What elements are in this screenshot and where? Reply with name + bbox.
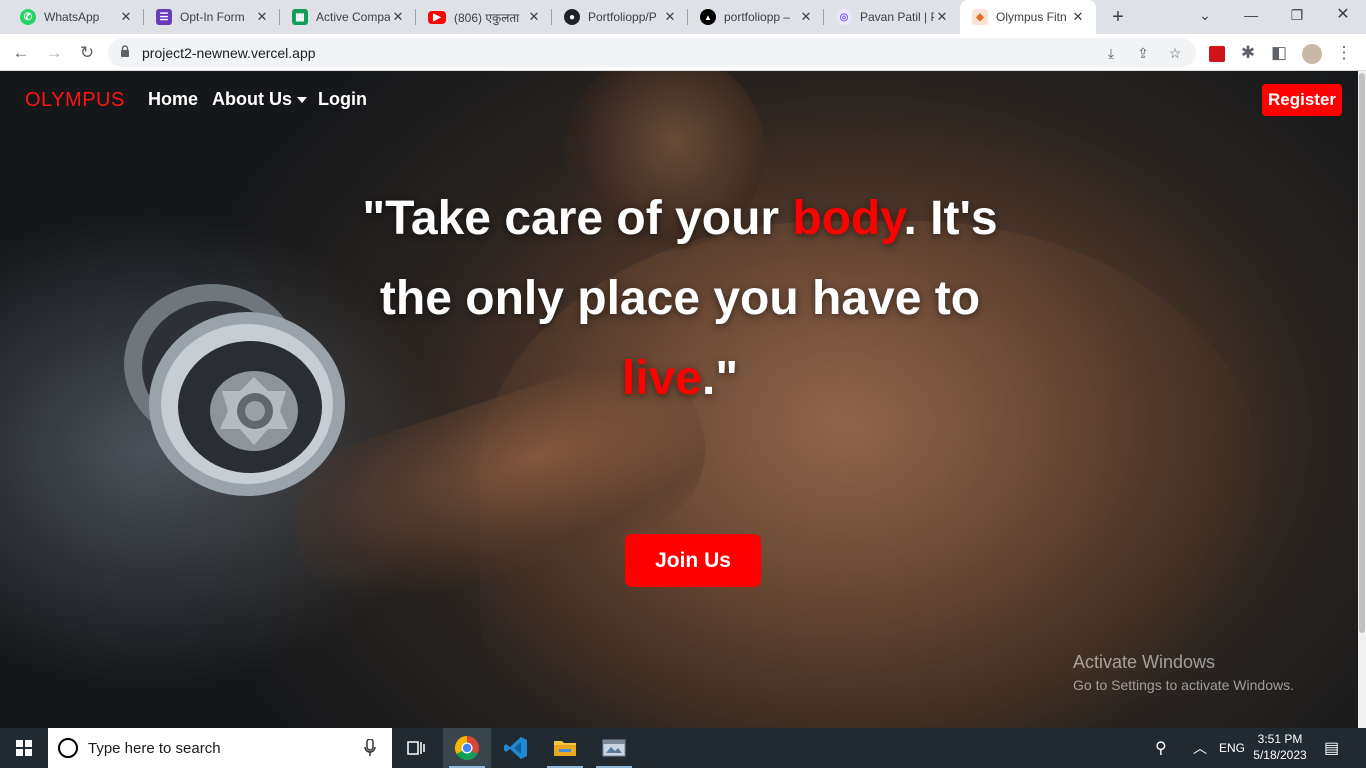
- close-icon[interactable]: ✕: [390, 9, 406, 25]
- quote-part: "Take care of your: [362, 192, 793, 245]
- notification-center-icon[interactable]: ▤: [1324, 728, 1339, 768]
- show-hidden-icons-chevron-icon[interactable]: ︿: [1193, 728, 1207, 768]
- quote-highlight: live: [621, 352, 702, 405]
- new-tab-button[interactable]: +: [1106, 6, 1130, 28]
- caret-down-icon: [297, 97, 307, 104]
- share-icon[interactable]: ⇪: [1132, 42, 1154, 64]
- tab-strip: ✆ WhatsApp ✕ ☰ Opt-In Form ✕ ▦ Active Co…: [0, 0, 1366, 34]
- nav-login-link[interactable]: Login: [318, 89, 367, 110]
- bookmark-star-icon[interactable]: ☆: [1164, 42, 1186, 64]
- clock-date: 5/18/2023: [1253, 748, 1307, 762]
- tab-title: Active Compa: [316, 10, 390, 24]
- people-icon[interactable]: ⚲: [1155, 728, 1167, 768]
- taskbar-search-box[interactable]: Type here to search: [48, 728, 392, 768]
- search-placeholder: Type here to search: [88, 740, 221, 757]
- tab-pavan-patil[interactable]: ◎ Pavan Patil | P ✕: [824, 0, 960, 34]
- vscode-icon: [504, 737, 527, 759]
- profile-icon: ◎: [836, 9, 852, 25]
- reload-button[interactable]: ↻: [73, 39, 101, 67]
- page-scrollbar[interactable]: [1358, 71, 1366, 728]
- close-icon[interactable]: ✕: [934, 9, 950, 25]
- search-icon: [58, 738, 78, 758]
- chrome-icon: [454, 736, 479, 761]
- clock-time: 3:51 PM: [1257, 732, 1303, 746]
- close-icon[interactable]: ✕: [1070, 9, 1086, 25]
- join-us-button[interactable]: Join Us: [625, 534, 761, 587]
- nav-about-dropdown[interactable]: About Us: [212, 89, 307, 110]
- forms-icon: ☰: [156, 9, 172, 25]
- vercel-icon: ▲: [700, 9, 716, 25]
- tab-youtube[interactable]: ▶ (806) एकुलता ✕: [416, 0, 552, 34]
- window-app-icon: [602, 739, 626, 757]
- tab-opt-in-form[interactable]: ☰ Opt-In Form ✕: [144, 0, 280, 34]
- hero-quote: "Take care of your body. It's the only p…: [320, 179, 1040, 419]
- scrollbar-thumb[interactable]: [1359, 73, 1365, 633]
- youtube-icon: ▶: [428, 10, 446, 24]
- url-text: project2-newnew.vercel.app: [142, 45, 316, 61]
- start-button[interactable]: [0, 728, 48, 768]
- browser-toolbar: ← → ↻ project2-newnew.vercel.app ⤓ ⇪ ☆ ✱…: [0, 34, 1366, 71]
- install-icon[interactable]: ⤓: [1100, 42, 1122, 64]
- tab-title: Portfoliopp/P: [588, 10, 657, 24]
- sheets-icon: ▦: [292, 9, 308, 25]
- quote-highlight: body: [792, 192, 904, 245]
- tab-title: WhatsApp: [44, 10, 100, 24]
- brand-logo[interactable]: OLYMPUS: [25, 89, 125, 112]
- system-clock[interactable]: 3:51 PM 5/18/2023: [1251, 731, 1309, 763]
- tab-active-companies[interactable]: ▦ Active Compa ✕: [280, 0, 416, 34]
- forward-button[interactable]: →: [40, 39, 68, 67]
- tab-github[interactable]: ● Portfoliopp/P ✕: [552, 0, 688, 34]
- dumbbell-image: [124, 284, 345, 496]
- tab-title: portfoliopp –: [724, 10, 791, 24]
- back-button[interactable]: ←: [7, 39, 35, 67]
- watermark-title: Activate Windows: [1073, 652, 1216, 672]
- tab-whatsapp[interactable]: ✆ WhatsApp ✕: [8, 0, 144, 34]
- close-icon[interactable]: ✕: [662, 9, 678, 25]
- nav-about-label: About Us: [212, 89, 292, 109]
- microphone-icon[interactable]: [364, 739, 376, 757]
- minimize-button[interactable]: —: [1228, 0, 1274, 34]
- tab-title: Olympus Fitn: [996, 10, 1067, 24]
- address-bar[interactable]: project2-newnew.vercel.app ⤓ ⇪ ☆: [108, 38, 1196, 67]
- close-icon[interactable]: ✕: [118, 9, 134, 25]
- file-explorer-taskbar-icon[interactable]: [541, 728, 589, 768]
- watermark-subtitle: Go to Settings to activate Windows.: [1073, 677, 1294, 693]
- tab-title: Pavan Patil | P: [860, 10, 934, 24]
- activate-windows-watermark: Activate Windows Go to Settings to activ…: [1073, 652, 1294, 693]
- whatsapp-icon: ✆: [20, 9, 36, 25]
- github-icon: ●: [564, 9, 580, 25]
- task-view-icon[interactable]: [392, 728, 440, 768]
- maximize-button[interactable]: ❐: [1274, 0, 1320, 34]
- tab-title: (806) एकुलता: [454, 10, 520, 25]
- tab-title: Opt-In Form: [180, 10, 245, 24]
- task-view-glyph: [407, 741, 425, 755]
- close-icon[interactable]: ✕: [254, 9, 270, 25]
- windows-taskbar: Type here to search ⚲ ︿ ENG 3:51 PM 5/18…: [0, 728, 1366, 768]
- register-button[interactable]: Register: [1262, 84, 1342, 116]
- tab-olympus-fitness[interactable]: ◆ Olympus Fitn ✕: [960, 0, 1096, 34]
- chrome-taskbar-icon[interactable]: [443, 728, 491, 768]
- quote-part: .": [701, 352, 739, 405]
- side-panel-icon[interactable]: ◧: [1265, 39, 1293, 67]
- window-close-button[interactable]: ✕: [1320, 0, 1366, 34]
- extension-icon[interactable]: [1203, 39, 1231, 67]
- app-taskbar-icon[interactable]: [590, 728, 638, 768]
- extensions-puzzle-icon[interactable]: ✱: [1234, 39, 1262, 67]
- tab-vercel[interactable]: ▲ portfoliopp – ✕: [688, 0, 824, 34]
- lock-icon: [121, 45, 129, 57]
- navbar: OLYMPUS Home About Us Login Register: [0, 71, 1358, 129]
- tab-search-button[interactable]: ⌄: [1182, 0, 1228, 34]
- close-icon[interactable]: ✕: [526, 9, 542, 25]
- vscode-taskbar-icon[interactable]: [492, 728, 540, 768]
- hero-section: OLYMPUS Home About Us Login Register "Ta…: [0, 71, 1358, 728]
- windows-logo-icon: [16, 740, 32, 756]
- profile-avatar[interactable]: [1298, 39, 1326, 67]
- nav-home-link[interactable]: Home: [148, 89, 198, 110]
- close-icon[interactable]: ✕: [798, 9, 814, 25]
- folder-icon: [554, 741, 576, 756]
- menu-icon[interactable]: ⋮: [1330, 39, 1358, 67]
- olympus-icon: ◆: [972, 9, 988, 25]
- language-indicator[interactable]: ENG: [1219, 728, 1245, 768]
